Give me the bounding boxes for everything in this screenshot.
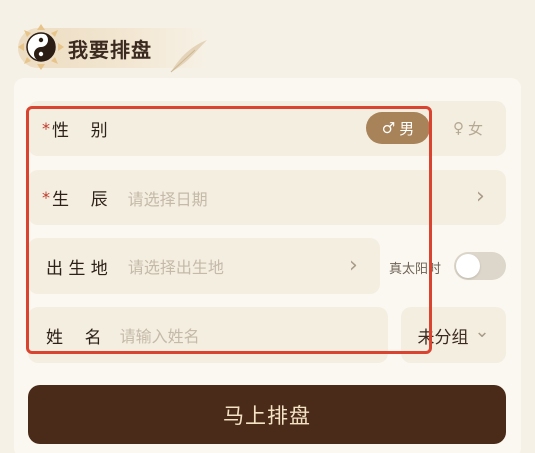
birthplace-label: 出 生 地 [46, 258, 108, 279]
header: 我要排盘 [0, 0, 535, 80]
page-title: 我要排盘 [68, 38, 152, 62]
birthplace-placeholder: 请选择出生地 [127, 258, 224, 277]
chevron-right-icon: › [476, 184, 485, 209]
birth-date-field[interactable]: * 生 辰 请选择日期 [28, 170, 506, 225]
name-field[interactable]: 姓 名 请输入姓名 [28, 307, 388, 363]
gender-female-label: 女 [467, 119, 483, 138]
solar-time-label: 真太阳时 [389, 262, 442, 277]
feather-icon [170, 40, 207, 73]
name-placeholder: 请输入姓名 [119, 327, 200, 346]
gender-male-label: 男 [399, 119, 415, 138]
name-label: 姓 名 [46, 327, 102, 348]
gender-female-button[interactable]: ♀ 女 [440, 112, 496, 144]
male-icon: ♂ [381, 119, 396, 137]
gender-male-button[interactable]: ♂ 男 [366, 112, 430, 144]
toggle-knob [456, 254, 480, 278]
required-mark: * [42, 119, 50, 138]
chevron-down-icon: ⌄ [474, 320, 490, 342]
birth-label: 生 辰 [52, 190, 108, 210]
female-icon: ♀ [452, 119, 464, 137]
yinyang-icon [18, 24, 64, 70]
solar-time-toggle[interactable] [454, 252, 506, 280]
group-label: 未分组 [417, 327, 469, 348]
submit-button[interactable]: 马上排盘 [28, 385, 506, 444]
birthplace-field[interactable]: 出 生 地 请选择出生地 [28, 238, 380, 294]
gender-label: 性 别 [52, 121, 108, 141]
group-select[interactable]: 未分组 ⌄ [401, 307, 506, 363]
required-mark: * [42, 188, 50, 207]
gender-row: * 性 别 [28, 101, 506, 156]
chevron-right-icon: › [349, 253, 358, 278]
birth-placeholder: 请选择日期 [127, 189, 208, 209]
